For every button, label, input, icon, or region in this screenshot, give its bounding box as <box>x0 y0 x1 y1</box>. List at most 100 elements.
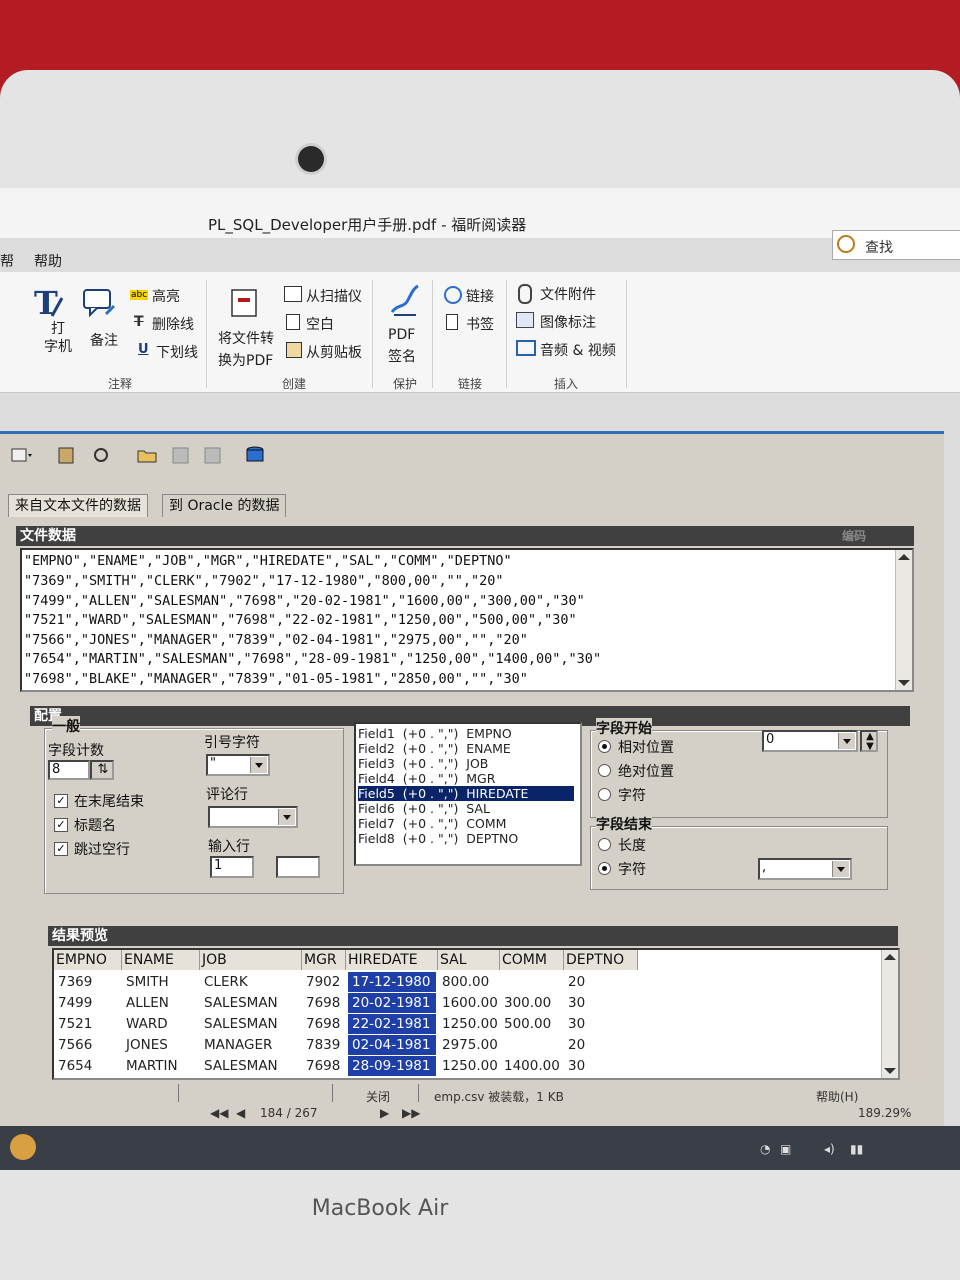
link-button[interactable]: 链接 <box>466 286 494 306</box>
webcam <box>298 146 324 172</box>
column-header[interactable]: ENAME <box>122 950 200 970</box>
bookmark-button[interactable]: 书签 <box>466 314 494 334</box>
end-char-value: , <box>762 860 767 875</box>
result-preview-grid[interactable]: EMPNO ENAME JOB MGR HIREDATE SAL COMM DE… <box>52 948 900 1080</box>
length-radio[interactable] <box>598 838 611 851</box>
field-list-item[interactable]: Field3 (+0 . ",") JOB <box>358 756 574 771</box>
scroll-down-icon[interactable] <box>884 1068 896 1074</box>
end-of-line-checkbox[interactable]: ✓ <box>54 794 68 808</box>
menu-help[interactable]: 帮助 <box>34 251 62 271</box>
search-label: 查找 <box>865 240 893 256</box>
column-header[interactable]: MGR <box>302 950 346 970</box>
next-page-icon[interactable]: ▶ <box>380 1106 389 1120</box>
save-icon[interactable] <box>170 445 192 465</box>
app-tray-icon[interactable]: ▣ <box>780 1142 791 1156</box>
table-cell: 7369 <box>58 974 93 990</box>
taskbar: ◔ ▣ ◂) ▮▮ <box>0 1126 960 1170</box>
start-value-spinner-icon[interactable]: ▲ ▼ <box>860 730 878 752</box>
field-list-item[interactable]: Field8 (+0 . ",") DEPTNO <box>358 831 574 846</box>
table-cell: SMITH <box>126 974 169 990</box>
start-button-icon[interactable] <box>10 1134 36 1160</box>
from-clipboard-button[interactable]: 从剪贴板 <box>306 342 362 362</box>
field-count-spinner-icon[interactable]: ⇅ <box>90 760 114 780</box>
note-button[interactable]: 备注 <box>90 330 118 350</box>
field-list-item[interactable]: Field4 (+0 . ",") MGR <box>358 771 574 786</box>
last-page-icon[interactable]: ▶▶ <box>402 1106 420 1120</box>
strikeout-button[interactable]: 删除线 <box>152 314 194 334</box>
comment-line-select[interactable] <box>208 806 298 828</box>
file-attachment-button[interactable]: 文件附件 <box>540 284 596 304</box>
file-data-text[interactable]: "EMPNO","ENAME","JOB","MGR","HIREDATE","… <box>20 548 914 692</box>
field-list-item[interactable]: Field6 (+0 . ",") SAL <box>358 801 574 816</box>
absolute-position-radio[interactable] <box>598 764 611 777</box>
image-annotation-button[interactable]: 图像标注 <box>540 312 596 332</box>
input-line-field[interactable]: 1 <box>210 856 254 878</box>
group-annotation-label: 注释 <box>108 377 133 391</box>
from-scanner-button[interactable]: 从扫描仪 <box>306 286 362 306</box>
field-list-item-selected[interactable]: Field5 (+0 . ",") HIREDATE <box>358 786 574 801</box>
field-list-item[interactable]: Field7 (+0 . ",") COMM <box>358 816 574 831</box>
end-char-radio[interactable] <box>598 862 611 875</box>
search-box[interactable]: 查找 <box>832 230 960 260</box>
table-cell: 7839 <box>306 1037 341 1053</box>
table-cell-hiredate: 20-02-1981 <box>348 993 436 1013</box>
prev-page-icon[interactable]: ◀ <box>236 1106 245 1120</box>
table-cell: MARTIN <box>126 1058 178 1074</box>
first-page-icon[interactable]: ◀◀ <box>210 1106 228 1120</box>
folder-open-icon[interactable] <box>136 445 158 465</box>
skip-empty-label: 跳过空行 <box>74 842 130 858</box>
tab-to-oracle[interactable]: 到 Oracle 的数据 <box>162 494 287 517</box>
column-header[interactable]: DEPTNO <box>564 950 638 970</box>
network-icon[interactable]: ◔ <box>760 1142 770 1156</box>
volume-icon[interactable]: ◂) <box>824 1142 835 1156</box>
field-count-input[interactable]: 8 <box>48 760 90 780</box>
column-header[interactable]: COMM <box>500 950 564 970</box>
tab-from-text-file[interactable]: 来自文本文件的数据 <box>8 494 148 517</box>
skip-empty-checkbox[interactable]: ✓ <box>54 842 68 856</box>
audio-video-button[interactable]: 音频 & 视频 <box>540 340 616 360</box>
scroll-up-icon[interactable] <box>898 554 910 560</box>
zoom-level[interactable]: 189.29% <box>858 1106 911 1120</box>
end-char-select[interactable]: , <box>758 858 852 880</box>
database-icon[interactable] <box>244 445 266 465</box>
input-line-end-field[interactable] <box>276 856 320 878</box>
menu-item-partial[interactable]: 帮 <box>0 251 14 271</box>
underline-button[interactable]: 下划线 <box>156 342 198 362</box>
underline-icon: U <box>138 342 149 357</box>
text-importer-window: 来自文本文件的数据 到 Oracle 的数据 文件数据 编码 "EMPNO","… <box>0 431 944 1170</box>
column-header[interactable]: JOB <box>200 950 302 970</box>
page-number[interactable]: 184 / 267 <box>260 1106 317 1120</box>
ribbon: T 打 字机 备注 abc 高亮 T 删除线 U 下划线 注释 将文件转 换为P… <box>0 272 960 393</box>
field-list[interactable]: Field1 (+0 . ",") EMPNO Field2 (+0 . ","… <box>354 722 582 866</box>
convert-to-pdf-button[interactable]: 将文件转 换为PDF <box>218 328 274 372</box>
clipboard-icon[interactable] <box>56 445 78 465</box>
file-data-scrollbar[interactable] <box>895 550 912 690</box>
pdf-sign-button[interactable]: PDF 签名 <box>388 324 416 368</box>
save-as-icon[interactable] <box>202 445 224 465</box>
preview-scrollbar[interactable] <box>881 950 898 1078</box>
encoding-label: 编码 <box>841 529 866 543</box>
field-list-item[interactable]: Field2 (+0 . ",") ENAME <box>358 741 574 756</box>
start-char-radio[interactable] <box>598 788 611 801</box>
table-cell: 30 <box>568 995 586 1011</box>
scroll-down-icon[interactable] <box>898 680 910 686</box>
file-line: "7369","SMITH","CLERK","7902","17-12-198… <box>24 573 504 589</box>
column-header[interactable]: HIREDATE <box>346 950 438 970</box>
typewriter-button[interactable]: 打 字机 <box>44 320 72 356</box>
column-header[interactable]: EMPNO <box>54 950 122 970</box>
scroll-up-icon[interactable] <box>884 954 896 960</box>
column-header[interactable]: SAL <box>438 950 500 970</box>
chevron-down-icon <box>838 733 855 749</box>
image-annotation-icon <box>516 312 534 328</box>
start-value-select[interactable]: 0 <box>762 730 858 752</box>
clear-icon[interactable] <box>90 445 112 465</box>
highlight-button[interactable]: 高亮 <box>152 286 180 306</box>
header-name-checkbox[interactable]: ✓ <box>54 818 68 832</box>
signal-icon[interactable]: ▮▮ <box>850 1142 863 1156</box>
field-list-item[interactable]: Field1 (+0 . ",") EMPNO <box>358 726 574 741</box>
quote-char-select[interactable]: " <box>206 754 270 776</box>
relative-position-radio[interactable] <box>598 740 611 753</box>
field-count-label: 字段计数 <box>48 743 104 759</box>
blank-button[interactable]: 空白 <box>306 314 334 334</box>
open-dropdown-icon[interactable] <box>10 445 32 465</box>
